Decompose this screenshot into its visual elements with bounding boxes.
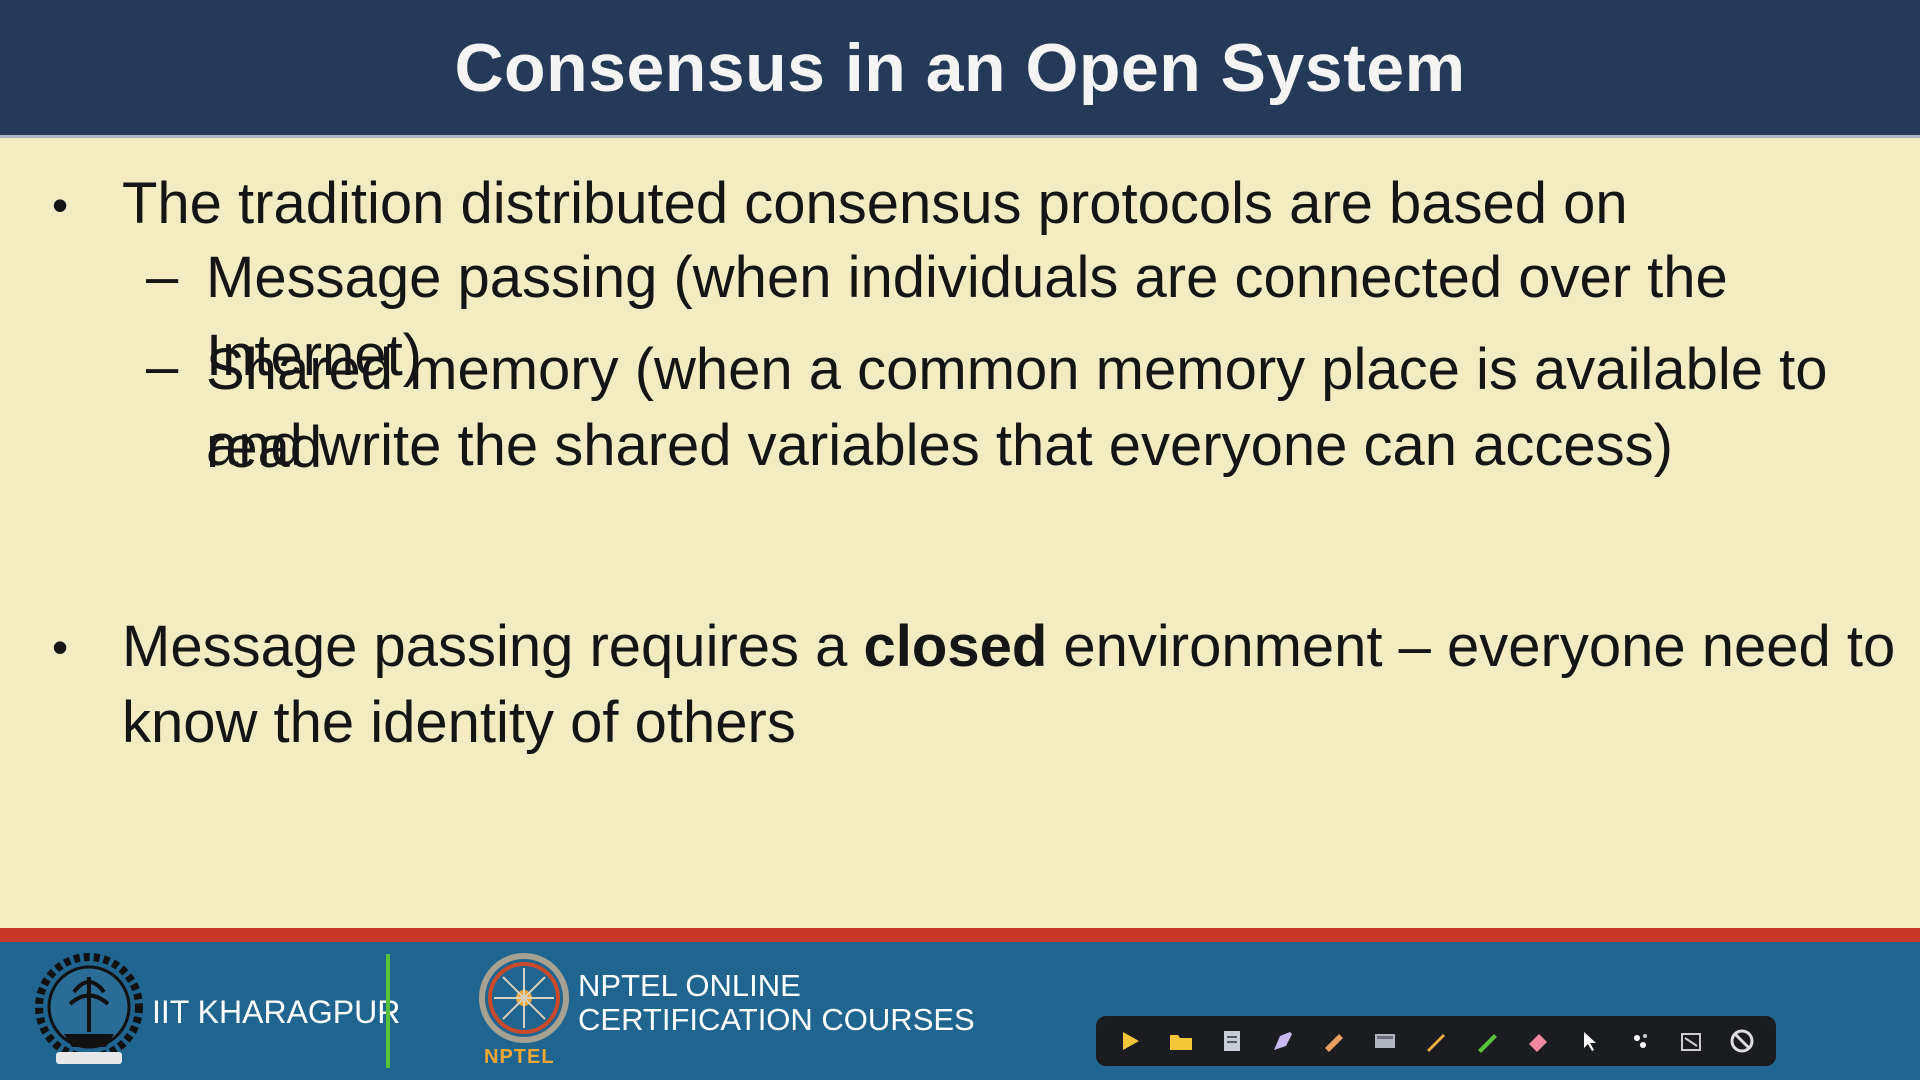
slide-content: • The tradition distributed consensus pr…: [0, 138, 1920, 928]
nptel-title-line2: CERTIFICATION COURSES: [578, 1002, 975, 1037]
clear-icon[interactable]: [1675, 1025, 1707, 1057]
pointer-icon[interactable]: [1573, 1025, 1605, 1057]
highlight-icon[interactable]: [1267, 1025, 1299, 1057]
disable-icon[interactable]: [1726, 1025, 1758, 1057]
nptel-title-line1: NPTEL ONLINE: [578, 968, 801, 1003]
iit-kharagpur-logo: [35, 953, 143, 1064]
sub-bullet-2-line2: and write the shared variables that ever…: [206, 413, 1673, 478]
bullet-2-emphasis: closed: [863, 614, 1048, 679]
bullet-2-text-post: environment – everyone need to: [1047, 614, 1896, 679]
sub-dash: –: [146, 244, 179, 309]
iit-kharagpur-label: IIT KHARAGPUR: [152, 994, 401, 1030]
slide-title: Consensus in an Open System: [454, 29, 1466, 106]
sub-dash: –: [146, 334, 179, 399]
bullet-dot: •: [52, 621, 69, 673]
marker-icon[interactable]: [1318, 1025, 1350, 1057]
bullet-2-text-pre: Message passing requires a: [122, 614, 864, 679]
slide-title-bar: Consensus in an Open System: [0, 0, 1920, 138]
eraser-icon[interactable]: [1522, 1025, 1554, 1057]
green-pen-icon[interactable]: [1471, 1025, 1503, 1057]
accent-divider: [0, 928, 1920, 942]
nptel-wordmark: NPTEL: [484, 1046, 555, 1068]
pen-icon[interactable]: [1420, 1025, 1452, 1057]
bullet-1: The tradition distributed consensus prot…: [122, 171, 1628, 236]
page-icon[interactable]: [1216, 1025, 1248, 1057]
play-icon[interactable]: [1114, 1025, 1146, 1057]
nptel-logo: [479, 953, 569, 1043]
laser-icon[interactable]: [1624, 1025, 1656, 1057]
bullet-2-line2: know the identity of others: [122, 690, 796, 755]
bullet-2-line1: Message passing requires a closed enviro…: [122, 608, 1895, 686]
folder-icon[interactable]: [1165, 1025, 1197, 1057]
annotation-toolbar: [1096, 1016, 1776, 1066]
footer-bar: IIT KHARAGPUR NPTEL NPTEL ONLINE CERTIFI…: [0, 942, 1920, 1080]
footer-divider: [386, 954, 390, 1068]
screen-icon[interactable]: [1369, 1025, 1401, 1057]
bullet-dot: •: [52, 179, 69, 231]
